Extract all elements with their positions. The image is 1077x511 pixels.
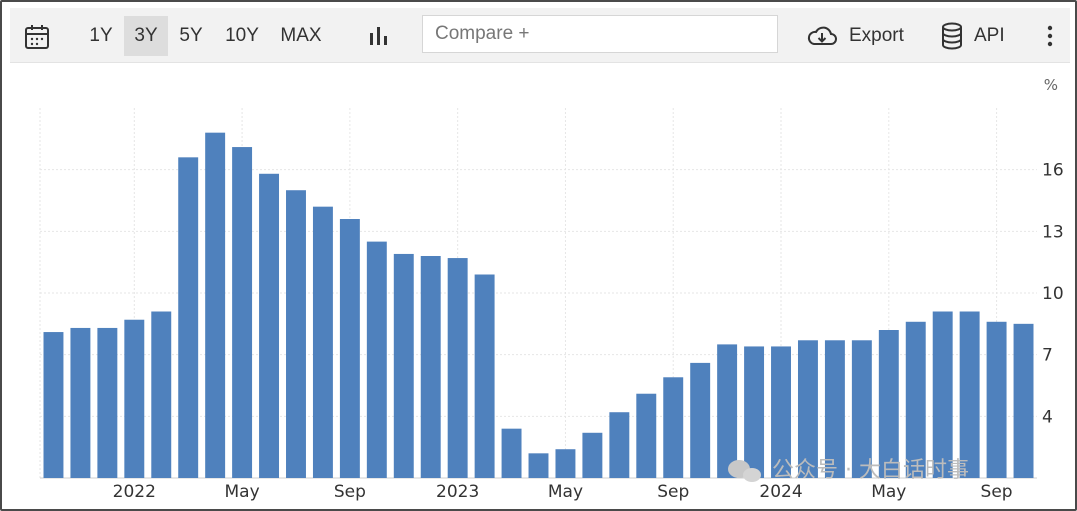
- y-axis-unit: %: [1044, 76, 1058, 94]
- cloud-download-icon[interactable]: [806, 24, 838, 48]
- bar[interactable]: [878, 330, 899, 478]
- bar[interactable]: [690, 362, 711, 478]
- bar[interactable]: [501, 428, 522, 478]
- bar[interactable]: [905, 321, 926, 478]
- x-tick-label: May: [548, 482, 583, 502]
- bar[interactable]: [447, 258, 468, 478]
- bar[interactable]: [70, 327, 91, 478]
- bar[interactable]: [528, 453, 549, 478]
- bar[interactable]: [474, 274, 495, 479]
- y-tick-label: 13: [1042, 222, 1064, 242]
- api-button[interactable]: API: [974, 22, 1005, 50]
- y-tick-label: 4: [1042, 407, 1053, 427]
- database-icon[interactable]: [940, 22, 964, 50]
- x-tick-label: 2023: [436, 482, 479, 502]
- bar[interactable]: [986, 321, 1007, 478]
- bar[interactable]: [366, 241, 387, 478]
- bar[interactable]: [636, 393, 657, 478]
- range-5y[interactable]: 5Y: [174, 22, 208, 50]
- y-tick-label: 16: [1042, 161, 1064, 181]
- bar[interactable]: [744, 346, 765, 478]
- watermark: 公众号 · 大白话时事: [772, 458, 969, 483]
- bar[interactable]: [43, 332, 64, 478]
- bar[interactable]: [178, 157, 199, 478]
- bar[interactable]: [555, 449, 576, 478]
- bar[interactable]: [609, 412, 630, 478]
- bar[interactable]: [286, 190, 306, 478]
- compare-input[interactable]: [422, 15, 778, 53]
- range-10y[interactable]: 10Y: [220, 22, 264, 50]
- export-button[interactable]: Export: [849, 22, 904, 50]
- x-tick-label: 2024: [759, 482, 802, 502]
- bar[interactable]: [420, 256, 441, 478]
- bar-chart: 47101316 2022 May Sep 2023 May Sep 2024 May Sep …: [39, 76, 1064, 502]
- y-tick-label: 10: [1042, 284, 1064, 304]
- bar[interactable]: [151, 311, 172, 479]
- bar[interactable]: [1013, 323, 1034, 478]
- bar[interactable]: [232, 147, 253, 478]
- range-max[interactable]: MAX: [276, 22, 326, 50]
- bar[interactable]: [339, 219, 360, 478]
- x-tick-label: Sep: [981, 482, 1013, 502]
- bar[interactable]: [124, 319, 145, 478]
- more-vertical-icon[interactable]: [1046, 25, 1054, 47]
- bar[interactable]: [312, 206, 333, 479]
- x-tick-label: Sep: [657, 482, 689, 502]
- x-tick-label: May: [225, 482, 260, 502]
- range-1y[interactable]: 1Y: [84, 22, 118, 50]
- x-tick-label: May: [871, 482, 906, 502]
- y-tick-label: 7: [1042, 346, 1053, 366]
- bar-chart-icon[interactable]: [368, 25, 390, 47]
- chart-widget: 1Y 3Y 5Y 10Y MAX Export API: [0, 0, 1077, 511]
- bar[interactable]: [205, 132, 226, 479]
- bar[interactable]: [717, 344, 738, 478]
- bar[interactable]: [582, 432, 603, 478]
- bar[interactable]: [393, 253, 414, 478]
- bar[interactable]: [663, 377, 684, 478]
- chart-toolbar: 1Y 3Y 5Y 10Y MAX Export API: [10, 8, 1070, 63]
- bar[interactable]: [959, 311, 980, 479]
- bar[interactable]: [932, 311, 953, 479]
- bar[interactable]: [97, 327, 118, 478]
- bar[interactable]: [259, 173, 280, 478]
- x-tick-label: 2022: [113, 482, 156, 502]
- range-3y[interactable]: 3Y: [124, 16, 168, 56]
- x-tick-label: Sep: [334, 482, 366, 502]
- calendar-icon[interactable]: [24, 24, 50, 50]
